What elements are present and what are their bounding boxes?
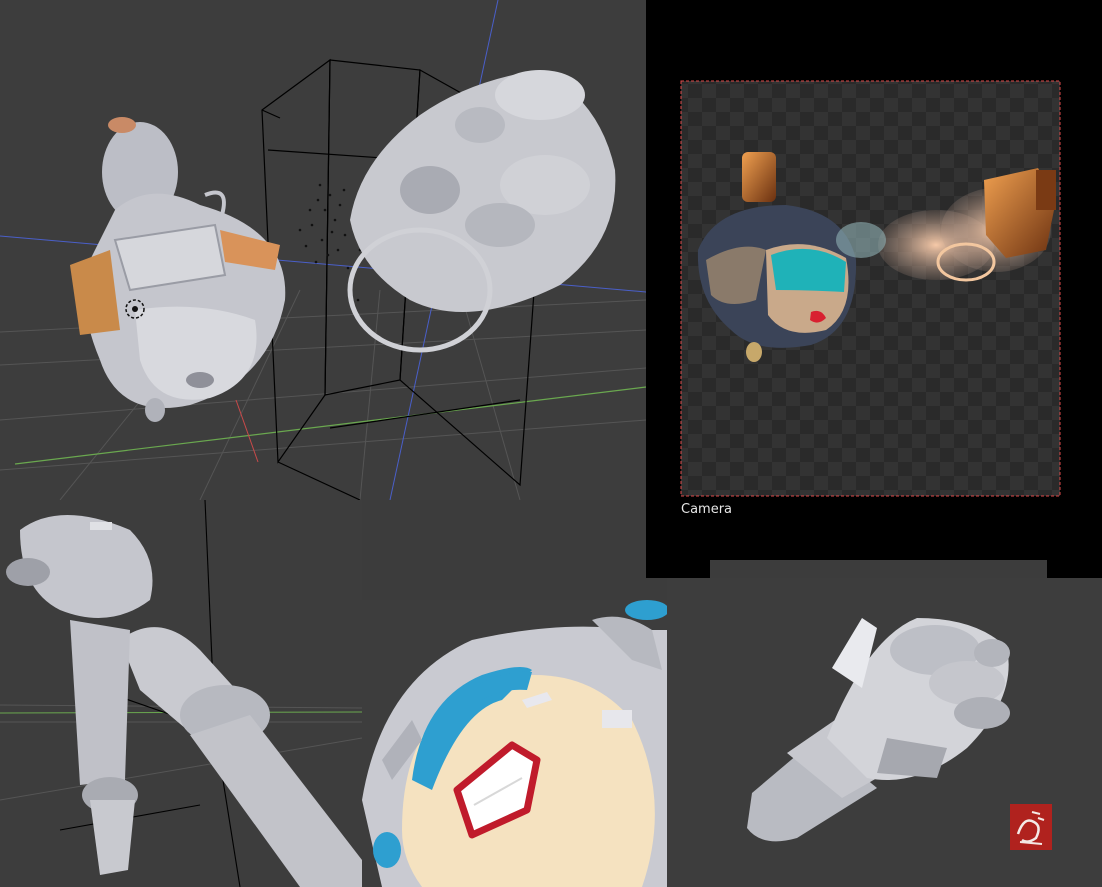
- fist-closeup-model[interactable]: [747, 618, 1010, 842]
- fist-model[interactable]: [347, 70, 616, 353]
- main-3d-viewport[interactable]: [0, 0, 646, 500]
- render-panel-divider: [710, 560, 1047, 578]
- camera-label: Camera: [681, 502, 733, 517]
- y-axis-line: [14, 386, 646, 465]
- render-scene: [680, 80, 1061, 497]
- watermark-logo: [1010, 804, 1052, 850]
- main-viewport-scene: [0, 0, 646, 500]
- face-model[interactable]: [362, 600, 667, 887]
- arm-model[interactable]: [6, 515, 362, 887]
- red-axis-line: [235, 399, 259, 463]
- arm-closeup-viewport[interactable]: [0, 500, 362, 887]
- robot-head-model[interactable]: [70, 117, 286, 422]
- render-camera-view[interactable]: Camera: [646, 0, 1102, 578]
- face-closeup-viewport[interactable]: [362, 600, 667, 887]
- arm-closeup-scene: [0, 500, 362, 887]
- face-closeup-scene: [362, 600, 667, 887]
